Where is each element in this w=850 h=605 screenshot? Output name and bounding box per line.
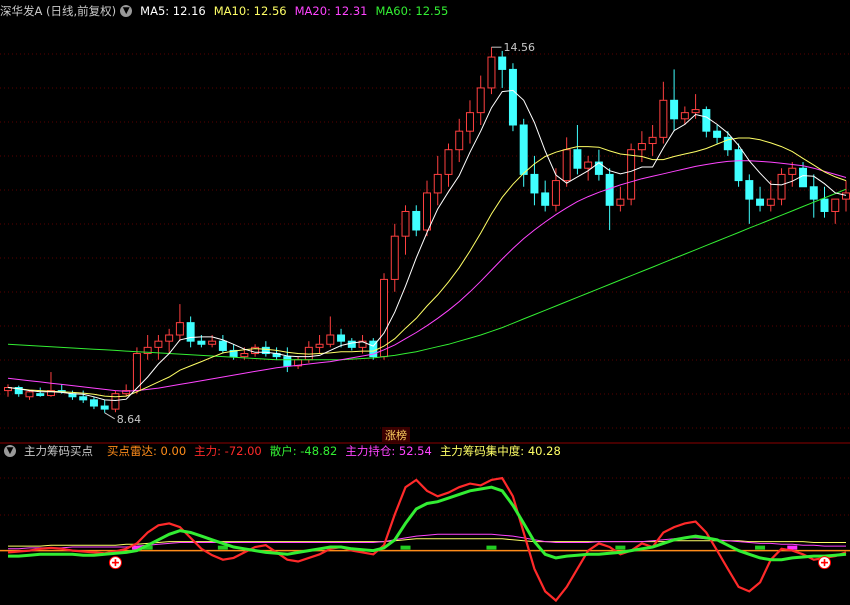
candle-up [831, 198, 840, 212]
indicator-header: ▼ 主力筹码买点 买点雷达: 0.00 主力: -72.00 散户: -48.82 主… [0, 442, 569, 460]
ma-label: MA10: 12.56 [213, 4, 287, 18]
candle-down [573, 149, 582, 169]
candle-up [777, 173, 786, 200]
candle-down [530, 173, 539, 194]
candle-up [326, 334, 335, 345]
candle-down [498, 56, 507, 70]
candle-down [820, 198, 829, 212]
candle-up [433, 173, 442, 194]
candle-up [627, 149, 636, 200]
candle-up [637, 143, 646, 151]
candle-down [412, 210, 421, 231]
candle-down [541, 192, 550, 206]
candle-up [315, 343, 324, 348]
candle-down [809, 186, 818, 200]
candle-up [111, 393, 120, 410]
candle-down [702, 109, 711, 132]
candle-up [208, 340, 217, 345]
stock-title[interactable]: 深华发A (日线,前复权) [0, 3, 116, 19]
candle-down [756, 198, 765, 206]
candle-up [444, 149, 453, 175]
candle-up [842, 192, 850, 200]
candle-up [380, 278, 389, 358]
candle-up [455, 130, 464, 151]
indicator-label: 主力: -72.00 [194, 444, 262, 458]
low-marker [104, 412, 115, 420]
candle-down [337, 334, 346, 342]
candle-down [218, 340, 227, 351]
candle-up [154, 340, 163, 348]
candle-up [465, 112, 474, 132]
ma-label: MA20: 12.31 [294, 4, 368, 18]
candle-up [25, 391, 34, 398]
candle-up [487, 56, 496, 89]
candle-up [766, 198, 775, 206]
candle-down [283, 356, 292, 367]
candle-up [165, 334, 174, 342]
indicator-label: 散户: -48.82 [269, 444, 338, 458]
sanhu-marker [486, 545, 497, 550]
ma-legend: MA5: 12.16 MA10: 12.56 MA20: 12.31 MA60: 12… [140, 4, 456, 18]
candle-up [562, 149, 571, 182]
chart-canvas: 14.56 8.64 [0, 41, 850, 603]
candle-up [680, 112, 689, 120]
indicator-legend: 买点雷达: 0.00 主力: -72.00 散户: -48.82 主力持仓: 52.5… [107, 443, 569, 459]
indicator-name[interactable]: 主力筹码买点 [24, 443, 93, 459]
high-price-label: 14.56 [503, 41, 535, 54]
sanhu-marker [615, 545, 626, 550]
ma-label: MA5: 12.16 [140, 4, 206, 18]
candle-up [659, 99, 668, 138]
price-header: 深华发A (日线,前复权) ▼ MA5: 12.16 MA10: 12.56 MA2… [0, 2, 456, 20]
chevron-down-icon[interactable]: ▼ [4, 445, 16, 457]
candle-down [519, 124, 528, 175]
candle-down [197, 340, 206, 345]
candle-down [100, 405, 109, 410]
candle-up [551, 180, 560, 206]
sanhu-marker [755, 545, 766, 550]
sanhu-marker [217, 545, 228, 550]
indicator-label: 主力持仓: 52.54 [345, 444, 432, 458]
candle-down [799, 167, 808, 188]
low-price-label: 8.64 [117, 413, 142, 426]
candle-up [175, 322, 184, 336]
candle-down [347, 340, 356, 348]
candle-up [616, 198, 625, 206]
candle-down [79, 396, 88, 401]
candle-down [734, 149, 743, 182]
candle-up [401, 210, 410, 237]
candle-up [648, 136, 657, 145]
indicator-label: 主力筹码集中度: 40.28 [439, 444, 561, 458]
candle-up [240, 353, 249, 358]
ma-label: MA60: 12.55 [375, 4, 449, 18]
candle-up [423, 192, 431, 231]
candle-down [89, 399, 98, 407]
candle-down [745, 180, 754, 200]
candle-down [508, 68, 517, 126]
candle-up [476, 87, 485, 114]
candle-down [713, 130, 722, 138]
candle-up [691, 109, 700, 114]
sanhu-marker [400, 545, 411, 550]
candle-up [390, 235, 399, 280]
candle-down [670, 99, 679, 120]
candle-up [788, 167, 797, 175]
chevron-down-icon[interactable]: ▼ [120, 5, 133, 17]
candle-down [36, 393, 45, 397]
candle-up [584, 161, 593, 169]
indicator-label: 买点雷达: 0.00 [107, 444, 187, 458]
limit-up-badge: 涨榜 [382, 427, 410, 443]
